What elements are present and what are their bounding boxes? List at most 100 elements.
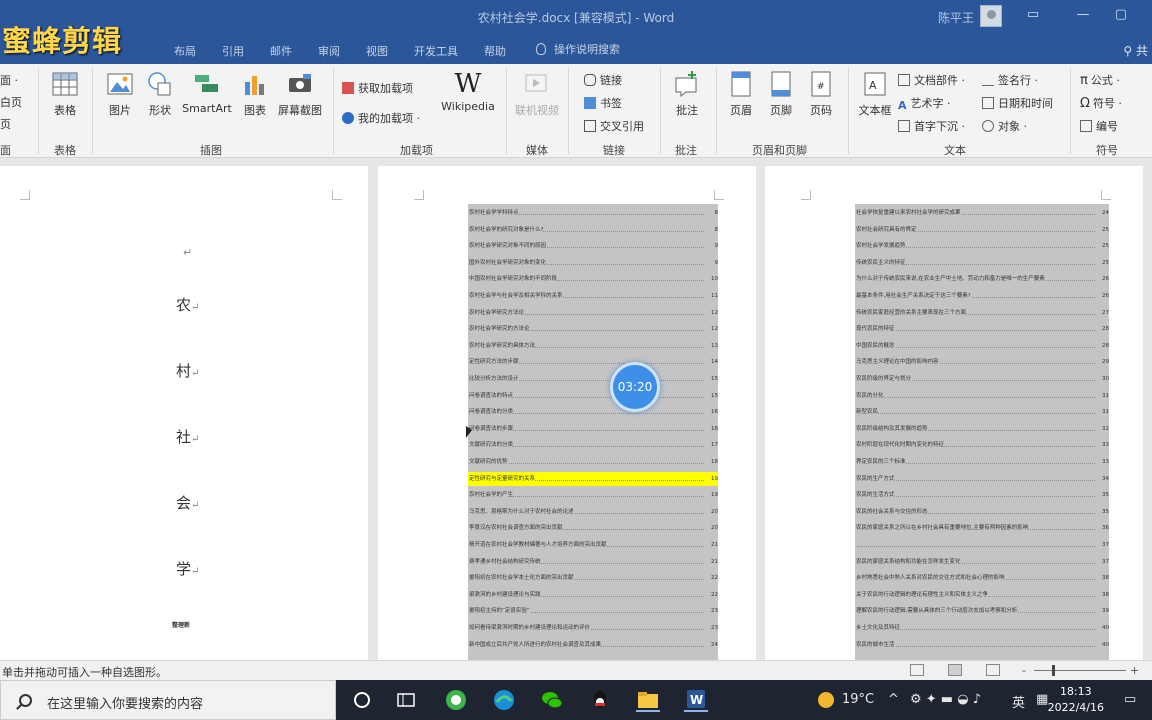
- toc-block[interactable]: 农村社会学学科特点 8 农村社会学的研究对象是什么? 8 农村社会学研究对象不同的原因 9…: [468, 204, 718, 660]
- maximize-button[interactable]: ▢: [1108, 4, 1134, 26]
- symbol-button[interactable]: Ω 符号 ·: [1080, 95, 1122, 111]
- wordart-button[interactable]: A 艺术字 ·: [898, 95, 951, 112]
- toc-entry[interactable]: 农村社会学研究的具体方法 13: [468, 338, 718, 353]
- smartart-button[interactable]: SmartArt: [181, 70, 233, 115]
- document-area[interactable]: ↵ 农↵ 村↵ 社↵ 会↵ 学↵ 整理新 农村社会学学科特点 8 农村社会学的研究对…: [0, 158, 1152, 660]
- toc-entry[interactable]: 界定农民的三个标准 33: [855, 455, 1109, 469]
- tab-review[interactable]: 审阅: [318, 43, 340, 59]
- edge-icon[interactable]: [492, 688, 516, 712]
- chart-button[interactable]: 图表: [232, 70, 278, 118]
- toc-entry[interactable]: 马克思主义理论在中国的影响内容 29: [855, 355, 1109, 370]
- taskbar-search[interactable]: 在这里输入你要搜索的内容: [0, 680, 336, 720]
- toc-entry[interactable]: 问卷调查法的特点 15: [468, 388, 718, 403]
- my-addins-button[interactable]: 我的加载项 ·: [342, 110, 420, 126]
- file-explorer-icon[interactable]: [636, 688, 660, 712]
- wikipedia-button[interactable]: W Wikipedia: [440, 70, 496, 113]
- tab-layout[interactable]: 布局: [174, 43, 196, 59]
- page-toc-1[interactable]: 农村社会学学科特点 8 农村社会学的研究对象是什么? 8 农村社会学研究对象不同的原因 9…: [378, 166, 756, 660]
- toc-entry[interactable]: 37: [855, 538, 1109, 552]
- toc-entry[interactable]: 李景汉在农村社会调查方面的突出贡献 20: [468, 521, 718, 536]
- get-addins-button[interactable]: 获取加载项: [342, 80, 413, 96]
- textbox-button[interactable]: A 文本框: [852, 70, 898, 118]
- tray-expand-icon[interactable]: ^: [888, 692, 899, 707]
- cross-reference-button[interactable]: 交叉引用: [584, 118, 644, 134]
- toc-entry[interactable]: 农村社会研究具有的界定 25: [855, 222, 1109, 237]
- comment-button[interactable]: 批注: [664, 70, 710, 118]
- toc-entry[interactable]: 杨开道在农村社会学教材编著与人才培养方面的突出贡献 21: [468, 538, 718, 552]
- wechat-icon[interactable]: [540, 688, 564, 712]
- page-cover[interactable]: ↵ 农↵ 村↵ 社↵ 会↵ 学↵ 整理新: [0, 166, 368, 660]
- qq-icon[interactable]: [588, 688, 612, 712]
- toc-entry[interactable]: 农村社会学研究对象不同的原因 9: [468, 239, 718, 254]
- toc-entry[interactable]: 农民的城市生活 40: [855, 637, 1109, 652]
- cover-page-button[interactable]: 面 ·: [0, 72, 18, 88]
- toc-entry[interactable]: 农村社会学与社会学及相关学科的关系 11: [468, 289, 718, 303]
- toc-entry[interactable]: 传统农民主义的特征 25: [855, 255, 1109, 270]
- zoom-in-button[interactable]: +: [1130, 664, 1139, 677]
- tab-view[interactable]: 视图: [366, 43, 388, 59]
- toc-entry[interactable]: 问卷调查法的分类 16: [468, 405, 718, 420]
- toc-entry[interactable]: 问卷调查法的步骤 16: [468, 421, 718, 436]
- word-icon[interactable]: W: [684, 688, 708, 712]
- web-layout-button[interactable]: [986, 664, 1000, 676]
- share-button[interactable]: ⚲ 共: [1123, 42, 1148, 59]
- toc-entry[interactable]: 现代农民的特征 28: [855, 322, 1109, 337]
- object-button[interactable]: 对象 ·: [982, 118, 1027, 134]
- toc-entry[interactable]: 农民的家庭关系之所以在乡村社会具有重要地位,主要有两种因素的影响 36: [855, 521, 1109, 536]
- toc-entry[interactable]: 文献研究法的分类 17: [468, 438, 718, 453]
- page-toc-2[interactable]: 社会学恢复重建以来农村社会学的研究成果 24 农村社会研究具有的界定 25 农村社会学发…: [765, 166, 1143, 660]
- toc-entry[interactable]: 马克思、恩格斯为什么对于农村社会的论述 20: [468, 504, 718, 519]
- print-layout-button[interactable]: [948, 664, 962, 676]
- toc-entry[interactable]: 农村阶层在现代化时期内变化的特征 33: [855, 438, 1109, 453]
- toc-block[interactable]: 社会学恢复重建以来农村社会学的研究成果 24 农村社会研究具有的界定 25 农村社会学发…: [855, 204, 1109, 660]
- number-button[interactable]: 编号: [1080, 118, 1118, 134]
- toc-entry[interactable]: 为什么对于传统农民来说,在农业生产中土地、劳动力和畜力是唯一的生产要素 26: [855, 272, 1109, 287]
- toc-entry[interactable]: 关于农民的行动逻辑的理论有理性主义和实体主义之争 38: [855, 587, 1109, 602]
- toc-entry[interactable]: 社会学恢复重建以来农村社会学的研究成果 24: [855, 206, 1109, 220]
- ime-mode-icon[interactable]: ▦: [1036, 692, 1048, 707]
- zoom-slider[interactable]: [1034, 670, 1126, 671]
- toc-entry[interactable]: 理解农民的行动逻辑,需要从具体的三个行动层次去加以考察和分析 39: [855, 604, 1109, 619]
- blank-page-button[interactable]: 白页: [0, 94, 22, 110]
- toc-entry[interactable]: 农民的分化 31: [855, 388, 1109, 403]
- table-button[interactable]: 表格: [42, 70, 88, 118]
- toc-entry[interactable]: 国外农村社会学研究对象的变化 9: [468, 255, 718, 270]
- toc-entry[interactable]: 农村社会学研究的方法论 12: [468, 322, 718, 337]
- toc-entry[interactable]: 乡土文化及其特征 40: [855, 621, 1109, 635]
- toc-entry[interactable]: 梁漱溟的乡村建设理论与实践 22: [468, 587, 718, 602]
- toc-entry[interactable]: 最基本条件,用社会生产关系决定于这三个要素? 26: [855, 289, 1109, 303]
- toc-entry[interactable]: 晏阳初主持的“定县实验” 23: [468, 604, 718, 619]
- online-video-button[interactable]: 联机视频: [514, 70, 560, 118]
- weather-icon[interactable]: [814, 688, 838, 712]
- toc-entry[interactable]: 乡村熟悉社会中熟人关系对农民的交往方式和社会心理的影响 38: [855, 571, 1109, 586]
- toc-entry[interactable]: 农民的家庭关系结构和功能在怎样发生变化 37: [855, 554, 1109, 569]
- toc-entry[interactable]: 中国农村社会学研究对象的不同阶段 10: [468, 272, 718, 287]
- tell-me-search[interactable]: 操作说明搜索: [536, 41, 620, 57]
- ribbon-display-options-icon[interactable]: ▭: [1020, 4, 1046, 26]
- toc-entry[interactable]: 农村社会学研究方法论 12: [468, 305, 718, 320]
- toc-entry[interactable]: 农村社会学的研究对象是什么? 8: [468, 222, 718, 237]
- avatar[interactable]: [980, 5, 1002, 27]
- toc-entry[interactable]: 费孝通乡村社会结构研究传统 21: [468, 554, 718, 569]
- toc-entry[interactable]: 新型农民 31: [855, 405, 1109, 420]
- toc-entry[interactable]: 农民阶级结构及其发展的趋势 32: [855, 421, 1109, 436]
- system-clock[interactable]: 18:13 2022/4/16: [1048, 684, 1104, 716]
- page-number-button[interactable]: # 页码: [798, 70, 844, 118]
- zoom-out-button[interactable]: -: [1022, 664, 1026, 677]
- tab-developer[interactable]: 开发工具: [414, 43, 458, 59]
- toc-entry[interactable]: 农民的生产方式 34: [855, 471, 1109, 486]
- page-break-button[interactable]: 页: [0, 116, 11, 132]
- ime-indicator[interactable]: 英: [1012, 692, 1025, 711]
- signature-line-button[interactable]: 签名行 ·: [982, 72, 1038, 88]
- toc-entry[interactable]: 农村社会学的产生 19: [468, 488, 718, 503]
- toc-entry[interactable]: 新中国成立后共产党人所进行的农村社会调查及其成果 24: [468, 637, 718, 652]
- toc-entry[interactable]: 文献研究的优势 18: [468, 455, 718, 469]
- tab-mailings[interactable]: 邮件: [270, 43, 292, 59]
- date-time-button[interactable]: 日期和时间: [982, 95, 1053, 111]
- zoom-slider-thumb[interactable]: [1052, 665, 1055, 676]
- weather-temp[interactable]: 19°C: [842, 692, 874, 707]
- toc-entry[interactable]: 农民的社会关系与交往的形态 35: [855, 504, 1109, 519]
- toc-entry[interactable]: 农民的生活方式 35: [855, 488, 1109, 503]
- toc-entry[interactable]: 定性研究方法的步骤 14: [468, 355, 718, 370]
- toc-entry[interactable]: 中国农民的概念 28: [855, 338, 1109, 353]
